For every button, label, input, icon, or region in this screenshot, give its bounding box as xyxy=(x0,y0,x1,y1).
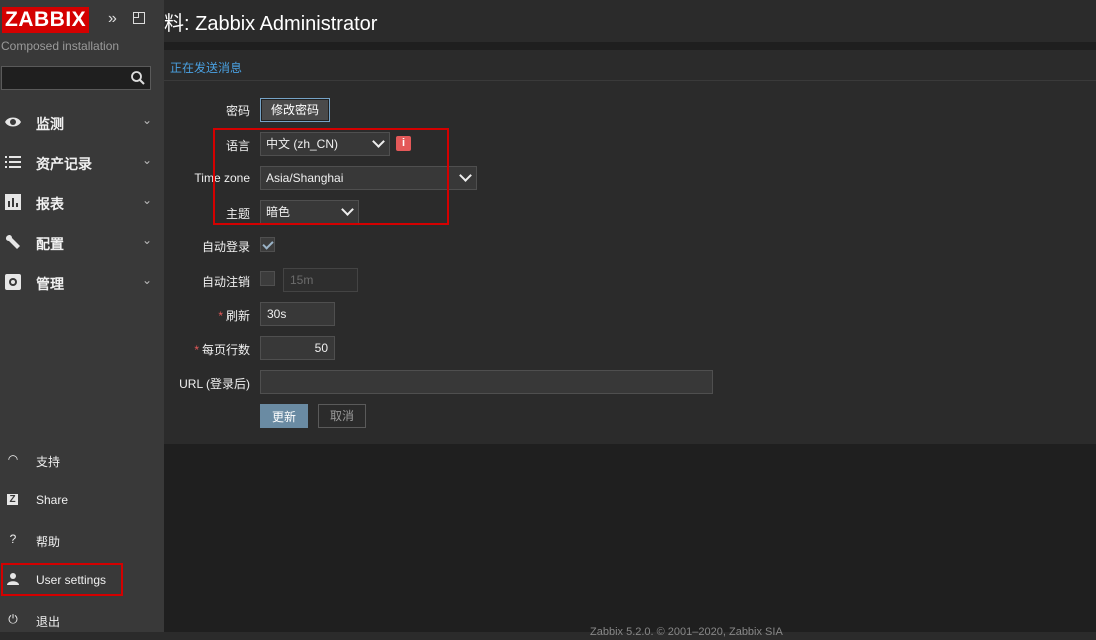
menu-item-administration[interactable]: 管理 ⌄ xyxy=(0,262,164,302)
menu-item-signout[interactable]: ⏻ 退出 xyxy=(0,600,164,640)
password-label: 密码 xyxy=(225,104,250,118)
logo-row: ZABBIX » xyxy=(0,4,164,33)
zabbix-logo[interactable]: ZABBIX xyxy=(2,7,90,33)
chevron-down-icon: ⌄ xyxy=(141,193,152,207)
menu-item-configuration[interactable]: 配置 ⌄ xyxy=(0,222,164,262)
headset-icon: ◠ xyxy=(7,452,19,466)
required-asterisk: * xyxy=(194,343,199,357)
chevron-down-icon: ⌄ xyxy=(141,273,152,287)
rows-per-page-input[interactable]: 50 xyxy=(260,336,335,360)
bar-chart-icon xyxy=(5,194,21,210)
search-icon[interactable] xyxy=(130,70,146,86)
gear-icon xyxy=(5,274,21,290)
menu-label: 帮助 xyxy=(36,535,61,549)
menu-item-reports[interactable]: 报表 ⌄ xyxy=(0,182,164,222)
update-button[interactable]: 更新 xyxy=(260,404,308,428)
tab-messaging[interactable]: 正在发送消息 xyxy=(170,59,242,76)
help-icon: ? xyxy=(9,532,17,546)
menu-label: 报表 xyxy=(36,196,64,212)
power-icon: ⏻ xyxy=(8,612,18,626)
eye-icon xyxy=(5,117,21,127)
list-icon xyxy=(5,156,21,168)
highlight-box-language-theme xyxy=(213,128,449,225)
chevron-down-icon xyxy=(459,169,472,182)
collapse-sidebar-icon[interactable]: » xyxy=(108,10,117,28)
menu-label: Share xyxy=(36,493,69,507)
menu-label: 支持 xyxy=(36,455,61,469)
autologin-label: 自动登录 xyxy=(201,240,250,254)
required-asterisk: * xyxy=(218,309,223,323)
share-icon: Z xyxy=(7,494,18,505)
menu-label: 管理 xyxy=(36,276,64,292)
autologout-checkbox[interactable] xyxy=(260,271,275,286)
page-background-lower xyxy=(164,444,1096,632)
autologout-input[interactable]: 15m xyxy=(283,268,358,292)
sidebar: ZABBIX » Composed installation 监测 ⌄ 资产记录… xyxy=(0,0,164,632)
chevron-down-icon: ⌄ xyxy=(141,153,152,167)
menu-item-inventory[interactable]: 资产记录 ⌄ xyxy=(0,142,164,182)
header: 料: Zabbix Administrator xyxy=(164,0,1096,42)
menu-item-monitoring[interactable]: 监测 ⌄ xyxy=(0,102,164,142)
header-divider xyxy=(164,42,1096,50)
check-icon xyxy=(262,238,274,250)
page-title: 料: Zabbix Administrator xyxy=(164,13,378,35)
menu-label: 配置 xyxy=(36,236,64,252)
menu-item-help[interactable]: ? 帮助 xyxy=(0,520,164,560)
footer: Zabbix 5.2.0. © 2001–2020, Zabbix SIA xyxy=(590,626,783,638)
chevron-down-icon: ⌄ xyxy=(141,233,152,247)
highlight-box-user-settings xyxy=(1,563,123,596)
url-input[interactable] xyxy=(260,370,713,394)
refresh-input[interactable]: 30s xyxy=(260,302,335,326)
refresh-label: * 刷新 xyxy=(218,309,250,323)
autologin-checkbox[interactable] xyxy=(260,237,275,252)
menu-item-support[interactable]: ◠ 支持 xyxy=(0,440,164,480)
autologout-label: 自动注销 xyxy=(201,275,250,289)
menu-label: 资产记录 xyxy=(36,156,92,172)
url-label: URL (登录后) xyxy=(179,377,250,391)
chevron-down-icon: ⌄ xyxy=(141,113,152,127)
rows-per-page-label: * 每页行数 xyxy=(194,343,250,357)
cancel-button[interactable]: 取消 xyxy=(318,404,366,428)
wrench-icon xyxy=(5,234,20,249)
messaging-tab-row: 正在发送消息 xyxy=(164,50,1096,81)
menu-item-share[interactable]: Z Share xyxy=(0,480,164,520)
menu-label: 监测 xyxy=(36,116,64,132)
installation-label: Composed installation xyxy=(1,39,120,53)
search-input[interactable] xyxy=(1,66,151,90)
kiosk-mode-icon[interactable] xyxy=(133,12,145,24)
menu-label: 退出 xyxy=(36,615,61,629)
change-password-button[interactable]: 修改密码 xyxy=(260,98,331,122)
